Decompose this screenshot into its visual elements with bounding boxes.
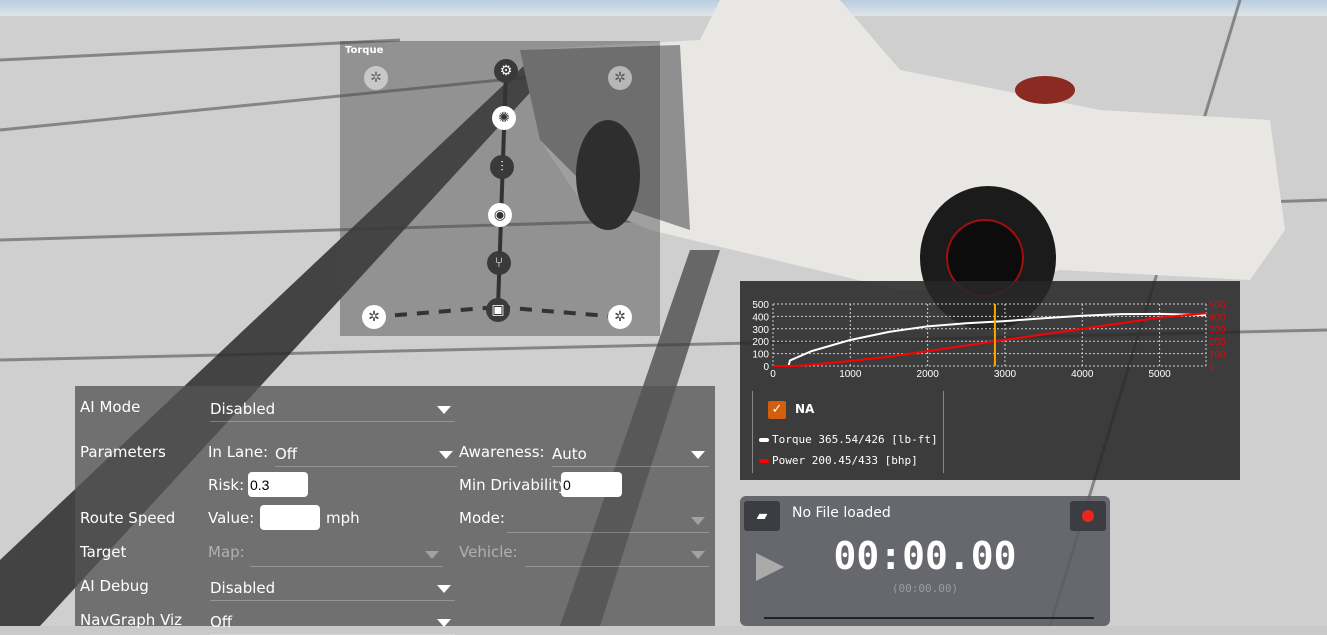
awareness-select[interactable]: Auto bbox=[552, 445, 709, 467]
torque-legend: Torque 365.54/426 [lb-ft] bbox=[759, 433, 938, 446]
target-label: Target bbox=[80, 543, 127, 561]
awareness-label: Awareness: bbox=[459, 443, 545, 461]
navgraph-value: Off bbox=[210, 613, 233, 631]
x-tick: 0 bbox=[770, 369, 776, 380]
power-swatch bbox=[759, 459, 769, 463]
ai-mode-select[interactable]: Disabled bbox=[210, 400, 455, 422]
y-tick-left: 100 bbox=[752, 350, 769, 361]
x-tick: 3000 bbox=[994, 369, 1017, 380]
wheel-rear-left-icon[interactable]: ✲ bbox=[362, 305, 386, 329]
chevron-down-icon bbox=[437, 585, 451, 593]
replay-subtime: (00:00.00) bbox=[891, 582, 959, 595]
y-tick-right: 100 bbox=[1209, 350, 1226, 361]
x-tick: 2000 bbox=[917, 369, 940, 380]
engine-graph-panel: 0 0 100 100 200 200 300 300 400 400 500 500 0 1000 200… bbox=[740, 281, 1240, 480]
x-tick: 1000 bbox=[839, 369, 862, 380]
folder-icon: ▰ bbox=[756, 508, 768, 524]
chevron-down-icon bbox=[691, 517, 705, 525]
torque-legend-text: Torque 365.54/426 [lb-ft] bbox=[772, 433, 938, 446]
torque-converter-icon[interactable]: ◉ bbox=[488, 203, 512, 227]
power-legend-text: Power 200.45/433 [bhp] bbox=[772, 454, 918, 467]
wheel-rear-right-icon[interactable]: ✲ bbox=[608, 305, 632, 329]
navgraph-select[interactable]: Off bbox=[210, 613, 455, 635]
route-mode-select[interactable] bbox=[507, 511, 709, 533]
replay-timeline-slider[interactable] bbox=[764, 617, 1094, 619]
in-lane-label: In Lane: bbox=[208, 443, 269, 461]
ai-control-panel: AI Mode Disabled Parameters In Lane: Off… bbox=[75, 386, 715, 635]
y-tick-right: 300 bbox=[1209, 325, 1226, 336]
y-tick-right: 500 bbox=[1209, 300, 1226, 311]
map-label: Map: bbox=[208, 543, 245, 561]
route-speed-label: Route Speed bbox=[80, 509, 176, 527]
y-tick-left: 0 bbox=[763, 362, 769, 373]
chevron-down-icon bbox=[691, 451, 705, 459]
y-tick-left: 400 bbox=[752, 312, 769, 323]
torque-tree-panel: Torque ⚙ ✺ ⫶ ◉ ⑂ ▣ ✲ ✲ ✲ ✲ bbox=[340, 41, 660, 336]
speed-unit-label: mph bbox=[326, 509, 360, 527]
record-button[interactable] bbox=[1070, 501, 1106, 531]
wheel-front-right-icon[interactable]: ✲ bbox=[608, 66, 632, 90]
replay-file-status: No File loaded bbox=[792, 505, 891, 521]
in-lane-select[interactable]: Off bbox=[275, 445, 457, 467]
vehicle-label: Vehicle: bbox=[459, 543, 518, 561]
clutch-icon[interactable]: ✺ bbox=[492, 106, 516, 130]
ai-mode-label: AI Mode bbox=[80, 398, 141, 416]
open-file-button[interactable]: ▰ bbox=[744, 501, 780, 531]
na-checkbox[interactable]: ✓ bbox=[768, 401, 786, 419]
record-icon bbox=[1082, 510, 1094, 522]
ai-mode-value: Disabled bbox=[210, 400, 276, 418]
graph-legend: ✓ NA Torque 365.54/426 [lb-ft] Power 200… bbox=[752, 391, 944, 473]
driveshaft-icon[interactable]: ⑂ bbox=[487, 251, 511, 275]
ai-debug-label: AI Debug bbox=[80, 577, 149, 595]
navgraph-label: NavGraph Viz bbox=[80, 611, 183, 629]
y-tick-left: 200 bbox=[752, 337, 769, 348]
risk-label: Risk: bbox=[208, 476, 245, 494]
torque-power-chart: 0 0100 100200 200300 300400 400500 5000 1000 200… bbox=[752, 300, 1226, 380]
in-lane-value: Off bbox=[275, 445, 298, 463]
x-tick: 5000 bbox=[1148, 369, 1171, 380]
awareness-value: Auto bbox=[552, 445, 587, 463]
power-legend: Power 200.45/433 [bhp] bbox=[759, 454, 918, 467]
route-speed-value-label: Value: bbox=[208, 509, 255, 527]
y-tick-left: 500 bbox=[752, 300, 769, 311]
ai-debug-select[interactable]: Disabled bbox=[210, 579, 455, 601]
engine-icon[interactable]: ⚙ bbox=[494, 59, 518, 83]
y-tick-right: 400 bbox=[1209, 312, 1226, 323]
parameters-label: Parameters bbox=[80, 443, 166, 461]
ai-debug-value: Disabled bbox=[210, 579, 276, 597]
chevron-down-icon bbox=[437, 406, 451, 414]
y-tick-left: 300 bbox=[752, 325, 769, 336]
y-tick-right: 200 bbox=[1209, 337, 1226, 348]
differential-icon[interactable]: ▣ bbox=[486, 298, 510, 322]
map-select[interactable] bbox=[250, 545, 443, 567]
na-label: NA bbox=[795, 402, 815, 416]
x-tick: 4000 bbox=[1071, 369, 1094, 380]
risk-input[interactable] bbox=[248, 472, 308, 497]
route-mode-label: Mode: bbox=[459, 509, 505, 527]
y-tick-right: 0 bbox=[1209, 362, 1215, 373]
replay-time: 00:00.00 bbox=[833, 534, 1017, 578]
chevron-down-icon bbox=[691, 551, 705, 559]
min-drivability-label: Min Drivability: bbox=[459, 476, 572, 494]
chevron-down-icon bbox=[439, 451, 453, 459]
torque-swatch bbox=[759, 438, 769, 442]
chevron-down-icon bbox=[425, 551, 439, 559]
replay-panel: ▰ No File loaded 00:00.00 (00:00.00) bbox=[740, 496, 1110, 626]
vehicle-select[interactable] bbox=[525, 545, 709, 567]
route-speed-input[interactable] bbox=[260, 505, 320, 530]
wheel-front-left-icon[interactable]: ✲ bbox=[364, 66, 388, 90]
torque-series-line bbox=[773, 312, 1207, 367]
min-drivability-input[interactable] bbox=[561, 472, 622, 497]
gearbox-icon[interactable]: ⫶ bbox=[490, 155, 514, 179]
